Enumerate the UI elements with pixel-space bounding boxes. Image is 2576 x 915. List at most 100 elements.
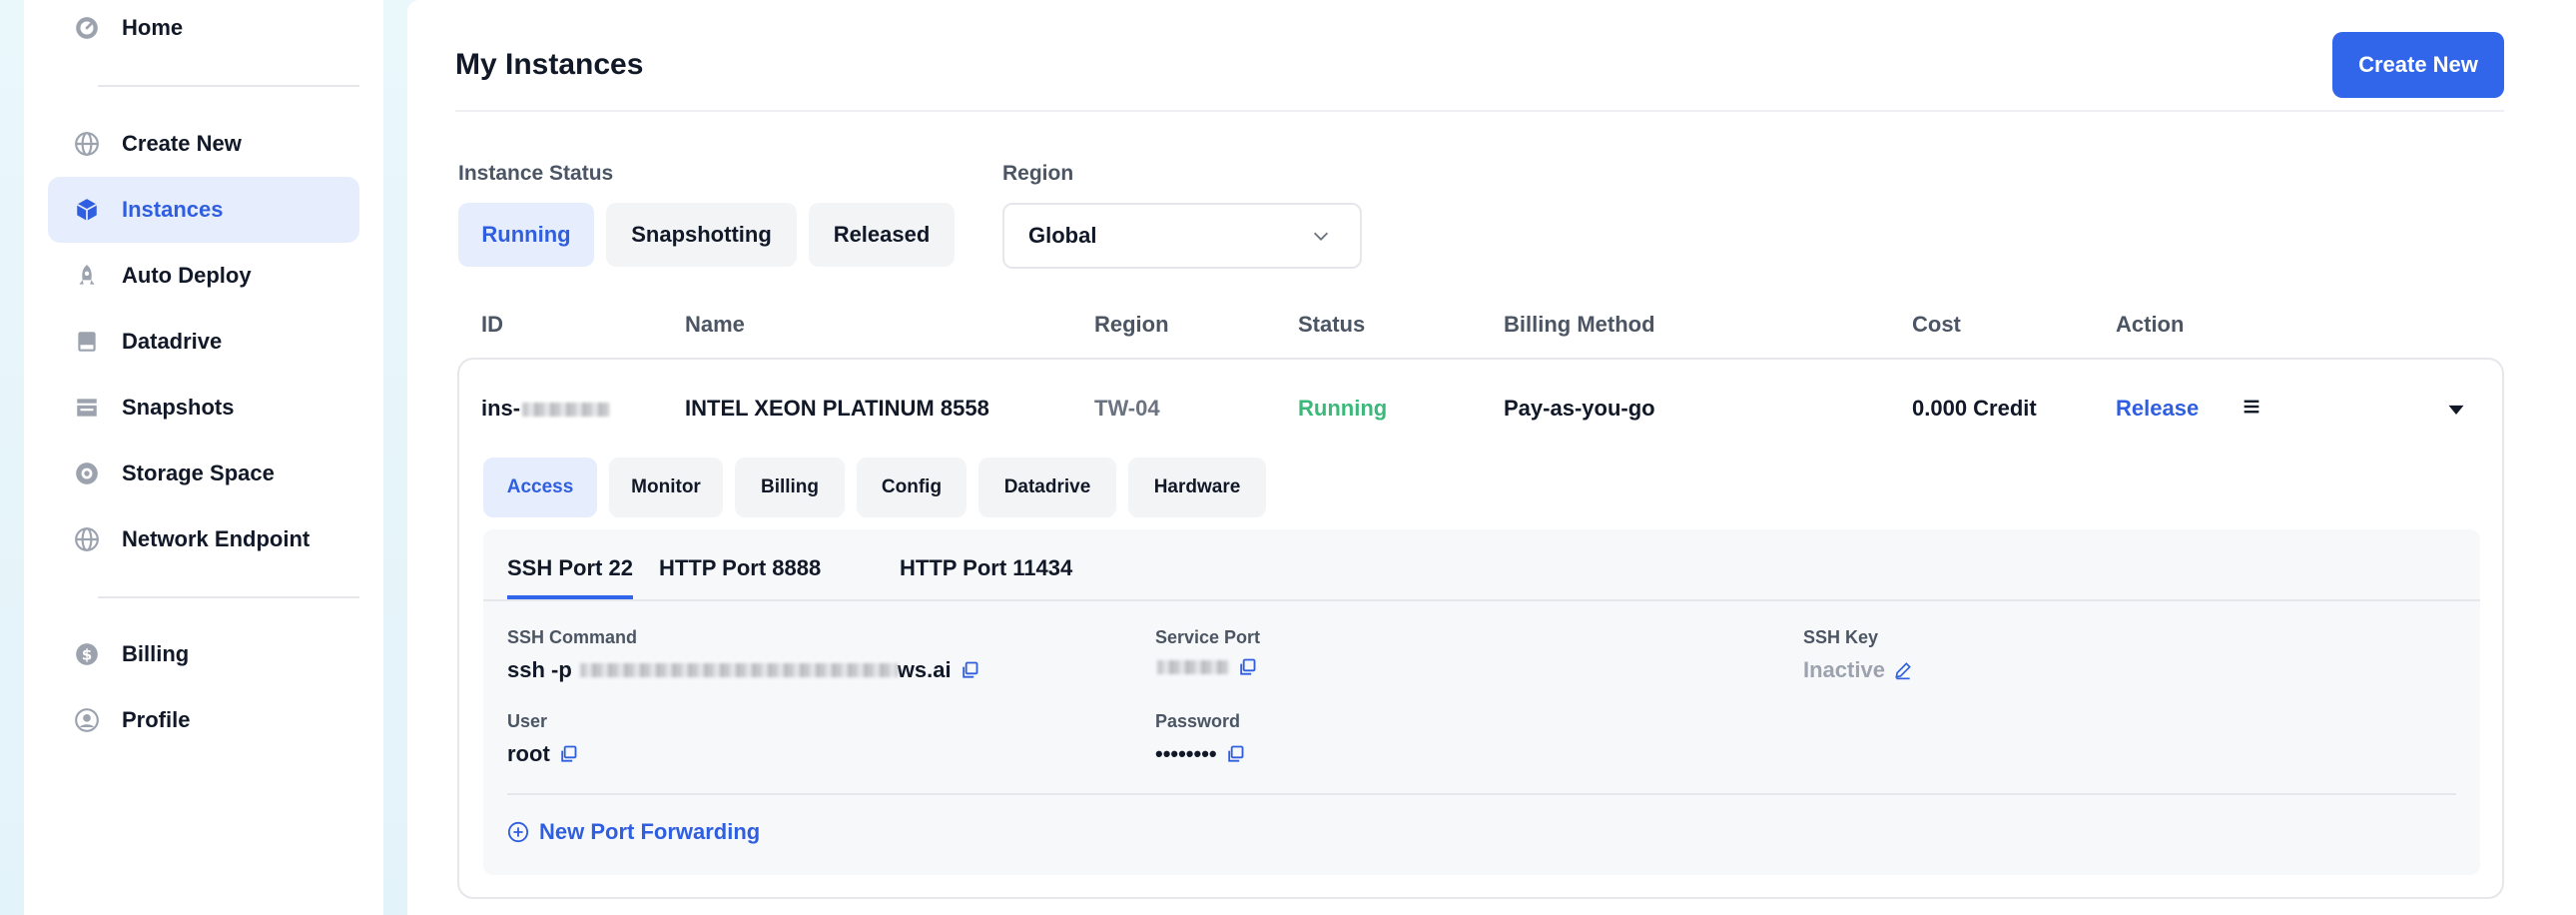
status-filter-snapshotting[interactable]: Snapshotting [606,203,797,267]
instance-name: INTEL XEON PLATINUM 8558 [685,396,989,421]
edit-icon[interactable] [1893,660,1913,680]
new-port-forwarding-button[interactable]: New Port Forwarding [507,819,760,845]
sidebar-item-profile[interactable]: Profile [48,687,359,753]
sidebar-item-datadrive[interactable]: Datadrive [48,309,359,375]
billing-method: Pay-as-you-go [1504,396,1655,421]
sidebar-item-home[interactable]: Home [48,0,359,61]
divider [455,110,2504,112]
user-icon [74,707,100,733]
ssh-command-value: ssh -p ws.ai [507,657,979,683]
instance-id: ins- [481,396,611,422]
ssh-command-suffix: ws.ai [897,657,952,682]
sidebar-item-label: Network Endpoint [122,526,311,551]
release-button[interactable]: Release [2116,396,2199,422]
sidebar: Home Create New Instances Auto Deploy Da… [24,0,383,915]
tab-datadrive[interactable]: Datadrive [978,458,1116,517]
snapshot-icon [74,395,100,421]
access-panel: SSH Port 22 HTTP Port 8888 HTTP Port 114… [483,529,2480,875]
svg-text:$: $ [82,645,93,663]
menu-icon[interactable] [2241,396,2262,418]
page-title: My Instances [455,48,644,81]
service-port-label: Service Port [1155,627,1261,647]
status-filter-released[interactable]: Released [809,203,955,267]
tab-billing[interactable]: Billing [735,458,845,517]
password-mask: •••••••• [1155,741,1217,766]
column-header-cost: Cost [1912,312,1961,337]
user-name: root [507,741,550,766]
divider [483,599,2480,601]
sidebar-item-label: Snapshots [122,395,235,420]
ssh-key-label: SSH Key [1803,627,1879,647]
rocket-icon [74,263,100,289]
sidebar-item-auto-deploy[interactable]: Auto Deploy [48,243,359,309]
column-header-billing-method: Billing Method [1504,312,1655,337]
service-port-value [1155,657,1257,677]
sidebar-divider [98,596,359,598]
sidebar-item-snapshots[interactable]: Snapshots [48,375,359,441]
caret-down-icon[interactable] [2446,400,2466,420]
copy-icon[interactable] [558,744,578,764]
cube-icon [74,197,100,223]
region-label: Region [1002,162,1074,185]
ssh-key-status: Inactive [1803,657,1885,682]
instance-region: TW-04 [1094,396,1160,421]
sidebar-item-label: Create New [122,131,242,156]
globe-icon [74,131,100,157]
redacted-id [522,403,611,418]
sidebar-item-create-new[interactable]: Create New [48,111,359,177]
instance-card: ins- INTEL XEON PLATINUM 8558 TW-04 Runn… [457,358,2504,899]
port-tab-http-11434[interactable]: HTTP Port 11434 [900,555,1072,581]
sidebar-item-label: Instances [122,197,224,222]
copy-icon[interactable] [1225,744,1245,764]
tab-hardware[interactable]: Hardware [1128,458,1266,517]
instance-id-prefix: ins- [481,396,521,421]
column-header-region: Region [1094,312,1169,337]
active-tab-indicator [507,595,633,599]
status-badge: Running [1298,396,1388,421]
redacted-port [1157,660,1229,674]
column-header-name: Name [685,312,745,337]
drive-icon [74,329,100,355]
ssh-command-prefix: ssh -p [507,657,572,682]
column-header-action: Action [2116,312,2185,337]
region-select[interactable]: Global [1002,203,1362,269]
redacted-host [579,663,898,677]
tab-config[interactable]: Config [857,458,966,517]
port-tab-http-8888[interactable]: HTTP Port 8888 [659,555,821,581]
sidebar-divider [98,85,359,87]
user-value: root [507,741,578,767]
region-select-value: Global [1028,223,1097,248]
divider [507,793,2456,795]
sidebar-item-label: Storage Space [122,460,275,485]
copy-icon[interactable] [1237,657,1257,677]
instance-status-label: Instance Status [458,162,614,185]
plus-circle-icon [507,821,529,843]
sidebar-item-instances[interactable]: Instances [48,177,359,243]
tab-monitor[interactable]: Monitor [609,458,723,517]
ssh-key-value: Inactive [1803,657,1913,683]
sidebar-item-label: Billing [122,641,190,666]
dashboard-icon [74,15,100,41]
sidebar-item-billing[interactable]: $ Billing [48,621,359,687]
tab-access[interactable]: Access [483,458,597,517]
storage-icon [74,460,100,486]
column-header-status: Status [1298,312,1366,337]
copy-icon[interactable] [960,660,979,680]
new-port-forwarding-label: New Port Forwarding [539,819,761,844]
column-header-id: ID [481,312,503,337]
sidebar-item-label: Auto Deploy [122,263,252,288]
user-label: User [507,711,548,731]
password-value: •••••••• [1155,741,1245,767]
sidebar-item-storage-space[interactable]: Storage Space [48,441,359,506]
sidebar-item-label: Profile [122,707,191,732]
ssh-command-label: SSH Command [507,627,638,647]
dollar-icon: $ [74,641,100,667]
globe-icon [74,526,100,552]
port-tab-ssh-22[interactable]: SSH Port 22 [507,555,633,581]
sidebar-item-label: Datadrive [122,329,223,354]
sidebar-item-label: Home [122,15,184,40]
status-filter-running[interactable]: Running [458,203,594,267]
main-panel: My Instances Create New Instance Status … [407,0,2576,915]
create-new-button[interactable]: Create New [2332,32,2504,98]
sidebar-item-network-endpoint[interactable]: Network Endpoint [48,506,359,572]
